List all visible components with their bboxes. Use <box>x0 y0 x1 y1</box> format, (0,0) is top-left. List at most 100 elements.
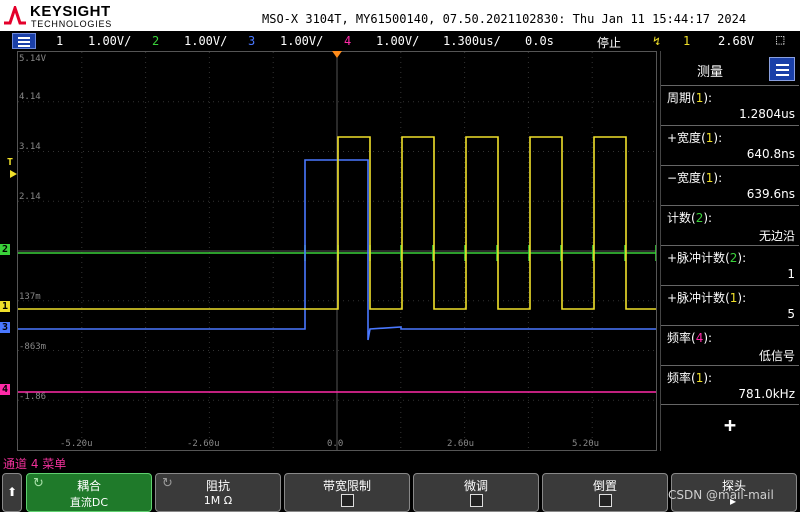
measurement-item[interactable]: 频率(1): 781.0kHz <box>661 365 799 405</box>
measurement-value: 无边沿 <box>758 229 795 243</box>
measurement-label: 频率(1): <box>667 371 713 385</box>
measurement-name: +脉冲计数 <box>667 291 726 305</box>
measurement-label: 频率(4): <box>667 331 713 345</box>
run-state[interactable]: 停止 <box>597 34 621 51</box>
measurement-value: 639.6ns <box>746 187 795 201</box>
measurement-name: 周期 <box>667 91 692 105</box>
main-menu-button[interactable] <box>12 33 36 49</box>
trigger-level-marker[interactable]: T <box>7 157 13 168</box>
fine-title: 微调 <box>463 479 488 493</box>
measurement-name: 频率 <box>667 331 692 345</box>
measurement-name: +宽度 <box>667 131 702 145</box>
keysight-logo: KEYSIGHT TECHNOLOGIES <box>4 2 154 29</box>
up-arrow-icon: ⬆ <box>7 485 18 499</box>
voltage-label: 5.14V <box>19 54 47 64</box>
invert-title: 倒置 <box>592 479 617 493</box>
ch4-number[interactable]: 4 <box>344 34 351 48</box>
impedance-softkey[interactable]: ↻ 阻抗 1M Ω <box>155 473 281 512</box>
bw-limit-softkey[interactable]: 带宽限制 <box>284 473 410 512</box>
ch4-scale[interactable]: 1.00V/ <box>376 34 419 48</box>
measurement-label: 计数(2): <box>667 211 713 225</box>
measurement-item[interactable]: 计数(2): 无边沿 <box>661 205 799 245</box>
ch1-number[interactable]: 1 <box>56 34 63 48</box>
measurement-label: +宽度(1): <box>667 131 723 145</box>
trigger-edge-icon: ↯ <box>653 34 661 48</box>
ch3-ground-marker[interactable]: 3 <box>0 322 11 333</box>
measurement-name: 频率 <box>667 371 692 385</box>
zoom-select-icon[interactable]: ⬚ <box>776 32 784 48</box>
impedance-value: 1M Ω <box>203 494 233 507</box>
measurement-value: 1 <box>787 267 795 281</box>
delay[interactable]: 0.0s <box>525 34 554 48</box>
measurement-item[interactable]: +脉冲计数(2): 1 <box>661 245 799 285</box>
brand-name: KEYSIGHT <box>30 3 111 20</box>
trigger-arrow-icon <box>10 170 17 178</box>
time-label: -2.60u <box>187 439 220 449</box>
coupling-value: 直流DC <box>69 496 109 509</box>
top-header: KEYSIGHT TECHNOLOGIES MSO-X 3104T, MY615… <box>0 0 800 31</box>
measurement-label: −宽度(1): <box>667 171 723 185</box>
invert-softkey[interactable]: 倒置 <box>542 473 668 512</box>
measurement-menu-icon[interactable] <box>769 57 795 81</box>
measurement-title: 测量 <box>697 65 724 80</box>
measurement-panel: 测量 周期(1): 1.2804us +宽度(1): 640.8ns −宽度(1): 63… <box>660 51 800 451</box>
trigger-level[interactable]: 2.68V <box>718 34 754 48</box>
coupling-title: 耦合 <box>76 479 101 493</box>
watermark: CSDN @mail-mail <box>668 488 774 502</box>
measurement-item[interactable]: 周期(1): 1.2804us <box>661 85 799 125</box>
measurement-value: 5 <box>787 307 795 321</box>
measurement-item[interactable]: −宽度(1): 639.6ns <box>661 165 799 205</box>
voltage-label: -863m <box>19 342 47 352</box>
ch2-number[interactable]: 2 <box>152 34 159 48</box>
channel-status-bar: 1 1.00V/ 2 1.00V/ 3 1.00V/ 4 1.00V/ 1.30… <box>0 31 800 51</box>
measurement-name: +脉冲计数 <box>667 251 726 265</box>
ch3-scale[interactable]: 1.00V/ <box>280 34 323 48</box>
voltage-label: 4.14 <box>19 92 41 102</box>
time-label: 0.0 <box>327 439 344 449</box>
coupling-softkey[interactable]: ↻ 耦合 直流DC <box>26 473 152 512</box>
time-label: 5.20u <box>572 439 600 449</box>
trigger-position-marker[interactable] <box>332 51 342 58</box>
time-label: -5.20u <box>60 439 93 449</box>
bw-limit-checkbox[interactable] <box>341 494 354 507</box>
measurement-item[interactable]: +脉冲计数(1): 5 <box>661 285 799 325</box>
measurement-value: 1.2804us <box>739 107 795 121</box>
measurement-item[interactable]: 频率(4): 低信号 <box>661 325 799 365</box>
back-button[interactable]: ⬆ <box>2 473 22 512</box>
ch3-number[interactable]: 3 <box>248 34 255 48</box>
trigger-source[interactable]: 1 <box>683 34 690 48</box>
timebase[interactable]: 1.300us/ <box>443 34 501 48</box>
fine-checkbox[interactable] <box>470 494 483 507</box>
ch2-scale[interactable]: 1.00V/ <box>184 34 227 48</box>
time-label: 2.60u <box>447 439 475 449</box>
ch2-ground-marker[interactable]: 2 <box>0 244 11 255</box>
brand-subtitle: TECHNOLOGIES <box>31 19 113 29</box>
impedance-title: 阻抗 <box>205 479 230 493</box>
keysight-wave-icon <box>4 6 26 25</box>
measurement-name: 计数 <box>667 211 692 225</box>
voltage-label: -1.86 <box>19 392 47 402</box>
fine-softkey[interactable]: 微调 <box>413 473 539 512</box>
measurement-label: +脉冲计数(2): <box>667 251 747 265</box>
bw-limit-title: 带宽限制 <box>322 479 371 493</box>
measurement-value: 低信号 <box>758 349 795 363</box>
instrument-info: MSO-X 3104T, MY61500140, 07.50.202110283… <box>262 12 747 26</box>
measurement-label: 周期(1): <box>667 91 713 105</box>
measurement-value: 781.0kHz <box>738 387 795 401</box>
ch1-scale[interactable]: 1.00V/ <box>88 34 131 48</box>
measurement-header: 测量 <box>661 53 800 83</box>
voltage-label: 3.14 <box>19 142 41 152</box>
waveform-display[interactable] <box>17 51 657 451</box>
add-measurement-button[interactable]: + <box>661 404 799 444</box>
ch4-ground-marker[interactable]: 4 <box>0 384 11 395</box>
waveform-graticule <box>18 52 656 450</box>
voltage-label: 137m <box>19 292 41 302</box>
measurement-item[interactable]: +宽度(1): 640.8ns <box>661 125 799 165</box>
measurement-label: +脉冲计数(1): <box>667 291 747 305</box>
invert-checkbox[interactable] <box>599 494 612 507</box>
measurement-name: −宽度 <box>667 171 702 185</box>
channel-menu-label: 通道 4 菜单 <box>3 457 67 471</box>
ch1-ground-marker[interactable]: 1 <box>0 301 11 312</box>
measurement-value: 640.8ns <box>746 147 795 161</box>
voltage-label: 2.14 <box>19 192 41 202</box>
